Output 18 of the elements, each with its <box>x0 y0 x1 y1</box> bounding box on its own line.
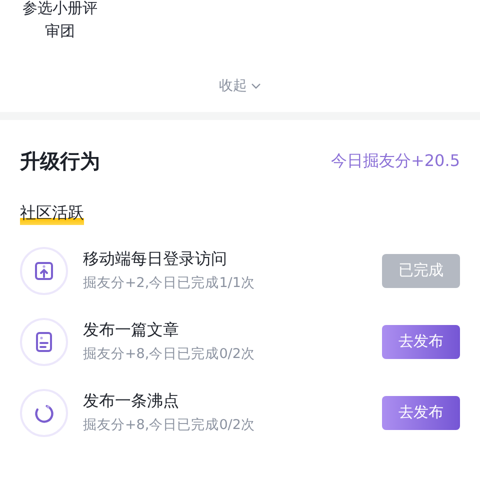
task-title: 发布一条沸点 <box>83 391 180 412</box>
task-detail: 掘友分+2,今日已完成1/1次 <box>83 274 256 292</box>
task-icon <box>20 388 68 436</box>
task-icon <box>20 246 68 294</box>
today-points: 今日掘友分+20.5 <box>330 150 460 172</box>
task-title: 发布一篇文章 <box>83 320 180 341</box>
publish-button[interactable]: 去发布 <box>382 324 460 358</box>
chevron-down-icon <box>251 82 261 90</box>
publish-button[interactable]: 去发布 <box>382 396 460 430</box>
task-detail: 掘友分+8,今日已完成0/2次 <box>83 416 256 434</box>
task-icon <box>20 318 68 366</box>
collapse-button[interactable]: 收起 <box>219 77 261 95</box>
group-title: 社区活跃 <box>20 203 84 225</box>
task-detail: 掘友分+8,今日已完成0/2次 <box>83 345 256 363</box>
completed-button[interactable]: 已完成 <box>382 254 460 288</box>
badge-label: 参选小册评审团 <box>22 0 98 42</box>
section-title: 升级行为 <box>20 148 100 174</box>
task-title: 移动端每日登录访问 <box>83 249 228 270</box>
